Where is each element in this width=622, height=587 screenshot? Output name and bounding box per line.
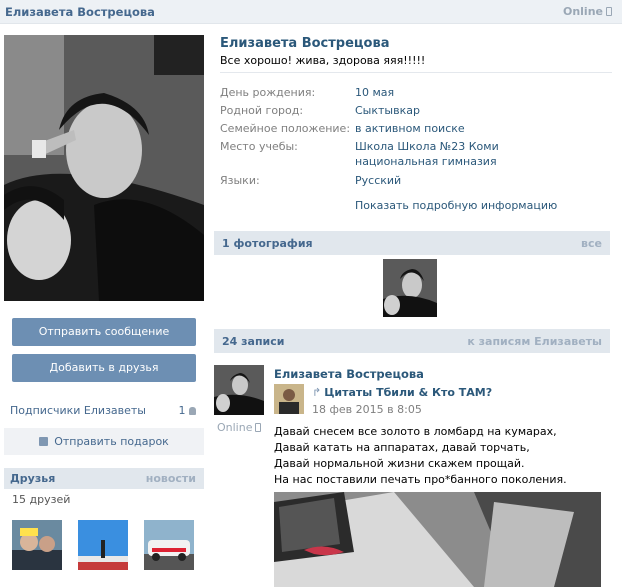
repost-source-avatar[interactable]	[274, 384, 304, 414]
friend-thumbnail[interactable]	[12, 520, 62, 570]
info-label: Место учебы:	[220, 140, 298, 153]
send-gift-label: Отправить подарок	[54, 435, 169, 448]
friends-count: 15 друзей	[12, 493, 71, 506]
friends-title[interactable]: Друзья	[10, 472, 55, 485]
wall-link[interactable]: к записям Елизаветы	[467, 335, 602, 348]
person-icon	[189, 407, 196, 415]
gift-icon	[39, 437, 49, 446]
post-line: Давай снесем все золото в ломбард на кум…	[274, 425, 557, 438]
post-online-status: Online	[217, 421, 262, 434]
friends-news-link[interactable]: новости	[146, 472, 196, 485]
friend-thumbnail[interactable]	[78, 520, 128, 570]
repost-arrow-icon: ↱	[312, 386, 322, 399]
avatar-photo	[214, 365, 264, 415]
mobile-phone-icon	[606, 7, 612, 16]
post-line: Давай катать на аппаратах, давай торчать…	[274, 441, 530, 454]
profile-status[interactable]: Все хорошо! жива, здорова яяя!!!!!	[220, 54, 425, 67]
online-status: Online	[563, 5, 612, 18]
info-value[interactable]: 10 мая	[355, 85, 575, 100]
wall-header: 24 записи к записям Елизаветы	[214, 329, 610, 353]
friends-header: Друзья новости	[4, 468, 204, 489]
online-label: Online	[562, 5, 603, 18]
post-author-name[interactable]: Елизавета Вострецова	[274, 367, 424, 381]
photos-all-link[interactable]: все	[581, 237, 602, 250]
photo-image	[374, 259, 446, 317]
photos-title[interactable]: 1 фотография	[222, 237, 313, 250]
send-message-button[interactable]: Отправить сообщение	[12, 318, 196, 346]
info-label: Семейное положение:	[220, 122, 351, 135]
profile-name: Елизавета Вострецова	[220, 36, 390, 51]
info-value[interactable]: в активном поиске	[355, 121, 575, 136]
friend-photo	[144, 520, 194, 570]
post-line: На нас поставили печать про*банного поко…	[274, 473, 567, 486]
info-value[interactable]: Сыктывкар	[355, 103, 575, 118]
header-name[interactable]: Елизавета Вострецова	[5, 5, 155, 19]
followers-link[interactable]: Подписчики Елизаветы 1	[10, 404, 196, 417]
friend-thumbnail[interactable]	[144, 520, 194, 570]
info-label: Родной город:	[220, 104, 304, 117]
info-label: Языки:	[220, 174, 260, 187]
info-value[interactable]: Русский	[355, 173, 575, 188]
page-header: Елизавета Вострецова Online	[0, 0, 622, 24]
avatar-photo	[4, 35, 204, 301]
photo-thumbnail[interactable]	[374, 259, 446, 317]
info-value[interactable]: Школа Школа №23 Коми национальная гимназ…	[355, 139, 575, 169]
post-photo	[274, 492, 601, 587]
repost-source-name[interactable]: ↱ Цитаты Тбили & Кто ТАМ?	[312, 386, 492, 399]
friend-photo	[12, 520, 62, 570]
followers-label: Подписчики Елизаветы	[10, 404, 146, 417]
photos-header: 1 фотография все	[214, 231, 610, 255]
post-line: Давай нормальной жизни скажем прощай.	[274, 457, 525, 470]
repost-source-label: Цитаты Тбили & Кто ТАМ?	[324, 386, 493, 399]
wall-title[interactable]: 24 записи	[222, 335, 285, 348]
show-more-info-link[interactable]: Показать подробную информацию	[355, 199, 557, 212]
friend-photo	[78, 520, 128, 570]
online-label: Online	[217, 421, 253, 434]
followers-count: 1	[178, 404, 196, 417]
profile-avatar[interactable]	[4, 35, 204, 301]
mobile-phone-icon	[255, 423, 262, 432]
followers-count-value: 1	[178, 404, 186, 417]
divider	[220, 72, 612, 73]
add-friend-button[interactable]: Добавить в друзья	[12, 354, 196, 382]
post-date[interactable]: 18 фев 2015 в 8:05	[312, 403, 422, 416]
source-photo	[274, 384, 304, 414]
send-gift-button[interactable]: Отправить подарок	[4, 428, 204, 455]
post-text: Давай снесем все золото в ломбард на кум…	[274, 424, 567, 488]
post-image[interactable]	[274, 492, 601, 587]
post-author-avatar[interactable]	[214, 365, 264, 415]
info-label: День рождения:	[220, 86, 316, 99]
